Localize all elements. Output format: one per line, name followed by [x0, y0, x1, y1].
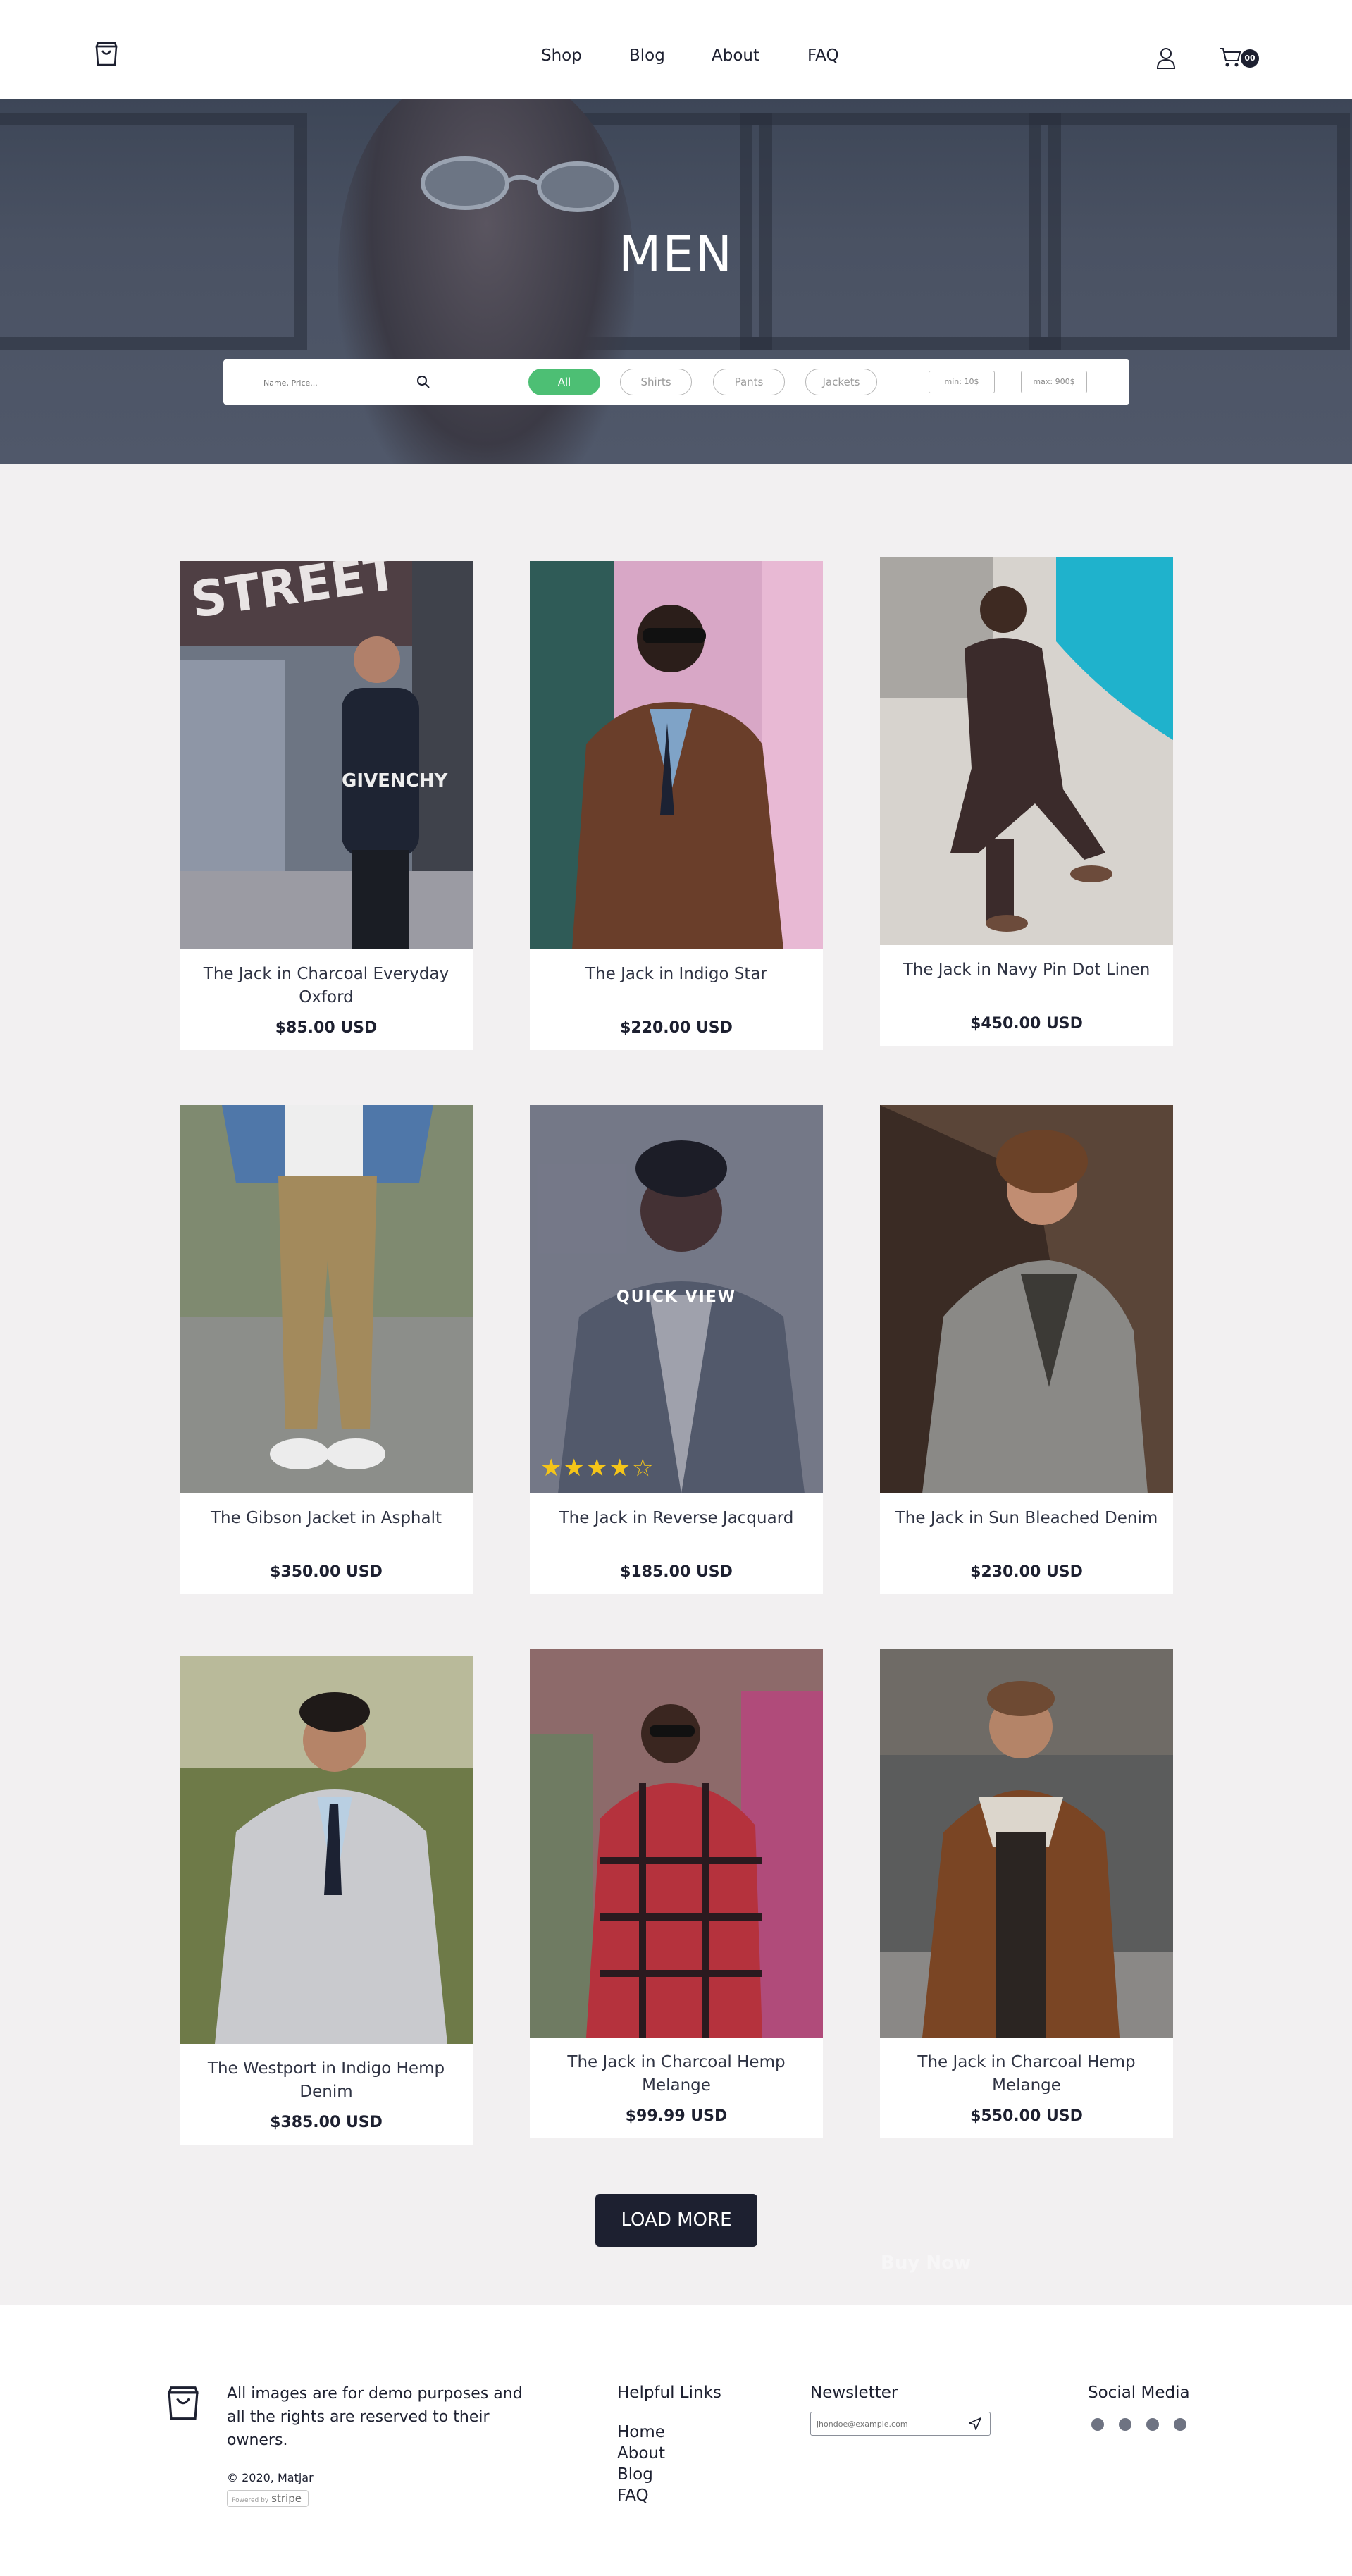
product-name[interactable]: The Jack in Indigo Star: [544, 963, 809, 986]
product-price: $550.00 USD: [970, 2107, 1083, 2125]
product-image: [530, 561, 823, 949]
copyright: © 2020, Matjar: [227, 2471, 314, 2484]
cart-count-badge: 00: [1241, 49, 1259, 68]
product-name[interactable]: The Jack in Sun Bleached Denim: [894, 1507, 1159, 1530]
star-filled-icon: ★: [540, 1454, 564, 1482]
nav-faq[interactable]: FAQ: [807, 47, 839, 65]
filter-bar: All Shirts Pants Jackets min: 10$ max: 9…: [223, 359, 1129, 405]
hero-sunglasses: [421, 156, 619, 212]
product-price: $220.00 USD: [620, 1019, 733, 1037]
powered-by-label: Powered by: [232, 2497, 269, 2504]
stripe-wordmark: stripe: [271, 2492, 302, 2505]
load-more-button[interactable]: LOAD MORE: [595, 2194, 757, 2247]
product-card[interactable]: The Jack in Indigo Star $220.00 USD: [530, 561, 823, 1050]
nav-blog[interactable]: Blog: [629, 47, 665, 65]
product-name[interactable]: The Westport in Indigo Hemp Denim: [194, 2057, 459, 2104]
footer-description: All images are for demo purposes and all…: [227, 2385, 523, 2449]
star-filled-icon: ★: [585, 1454, 609, 1482]
product-image: [530, 1649, 823, 2038]
instagram-icon[interactable]: [1091, 2418, 1104, 2431]
product-name[interactable]: The Jack in Charcoal Hemp Melange: [544, 2051, 809, 2097]
product-card[interactable]: STREET GIVENCHY The Jack in Charcoal Eve…: [180, 561, 473, 1050]
cart-icon[interactable]: [1219, 47, 1241, 68]
filter-all[interactable]: All: [528, 369, 600, 395]
buy-now-link[interactable]: Buy Now: [881, 2253, 971, 2274]
hero-banner: MEN: [0, 99, 1352, 464]
nav-about[interactable]: About: [712, 47, 759, 65]
product-name[interactable]: The Jack in Charcoal Everyday Oxford: [194, 963, 459, 1009]
helpful-links-title: Helpful Links: [617, 2384, 721, 2402]
pinterest-icon[interactable]: [1146, 2418, 1159, 2431]
product-name[interactable]: The Jack in Reverse Jacquard: [544, 1507, 809, 1530]
star-filled-icon: ★: [563, 1454, 586, 1482]
site-footer: All images are for demo purposes and all…: [0, 2305, 1352, 2576]
filter-pants[interactable]: Pants: [713, 369, 785, 395]
product-price: $230.00 USD: [970, 1563, 1083, 1581]
powered-by-stripe-badge[interactable]: Powered by stripe: [227, 2490, 309, 2507]
product-card[interactable]: QUICK VIEW ★★★★☆ The Jack in Reverse Jac…: [530, 1105, 823, 1594]
footer-link-home[interactable]: Home: [617, 2423, 665, 2441]
star-empty-icon: ☆: [631, 1454, 655, 1482]
site-header: Shop Blog About FAQ 00: [0, 0, 1352, 99]
product-name[interactable]: The Gibson Jacket in Asphalt: [194, 1507, 459, 1530]
product-price: $450.00 USD: [970, 1015, 1083, 1033]
user-icon[interactable]: [1156, 47, 1176, 69]
product-price: $85.00 USD: [275, 1019, 378, 1037]
min-price-field[interactable]: min: 10$: [929, 371, 995, 393]
svg-text:GIVENCHY: GIVENCHY: [342, 770, 448, 791]
newsletter-title: Newsletter: [810, 2384, 898, 2402]
footer-link-faq[interactable]: FAQ: [617, 2486, 649, 2505]
product-image: [880, 1649, 1173, 2038]
page-title: MEN: [619, 226, 733, 283]
quick-view-button[interactable]: QUICK VIEW: [530, 1288, 823, 1306]
filter-jackets[interactable]: Jackets: [805, 369, 877, 395]
star-filled-icon: ★: [609, 1454, 632, 1482]
facebook-icon[interactable]: [1119, 2418, 1131, 2431]
product-image: STREET GIVENCHY: [180, 561, 473, 949]
star-rating: ★★★★☆: [540, 1454, 655, 1482]
product-card[interactable]: The Jack in Charcoal Hemp Melange $550.0…: [880, 1649, 1173, 2138]
twitter-icon[interactable]: [1174, 2418, 1186, 2431]
product-card[interactable]: The Gibson Jacket in Asphalt $350.00 USD: [180, 1105, 473, 1594]
product-card[interactable]: The Westport in Indigo Hemp Denim $385.0…: [180, 1656, 473, 2145]
product-price: $385.00 USD: [270, 2114, 383, 2131]
nav-shop[interactable]: Shop: [541, 47, 582, 65]
product-card[interactable]: The Jack in Navy Pin Dot Linen $450.00 U…: [880, 557, 1173, 1046]
filter-shirts[interactable]: Shirts: [620, 369, 692, 395]
product-card[interactable]: The Jack in Charcoal Hemp Melange $99.99…: [530, 1649, 823, 2138]
product-image: [180, 1656, 473, 2044]
product-name[interactable]: The Jack in Navy Pin Dot Linen: [894, 959, 1159, 982]
search-input[interactable]: [262, 374, 406, 392]
footer-link-about[interactable]: About: [617, 2444, 665, 2463]
shopping-bag-logo-icon[interactable]: [165, 2384, 201, 2422]
product-card[interactable]: The Jack in Sun Bleached Denim $230.00 U…: [880, 1105, 1173, 1594]
social-media-title: Social Media: [1088, 2384, 1190, 2402]
product-price: $99.99 USD: [625, 2107, 728, 2125]
footer-link-blog[interactable]: Blog: [617, 2465, 653, 2484]
product-price: $350.00 USD: [270, 1563, 383, 1581]
newsletter-email-input[interactable]: [810, 2412, 991, 2436]
shopping-bag-logo-icon[interactable]: [94, 40, 119, 67]
product-image: [880, 1105, 1173, 1493]
product-price: $185.00 USD: [620, 1563, 733, 1581]
max-price-field[interactable]: max: 900$: [1021, 371, 1087, 393]
product-image: [180, 1105, 473, 1493]
product-name[interactable]: The Jack in Charcoal Hemp Melange: [894, 2051, 1159, 2097]
send-icon[interactable]: [969, 2417, 981, 2430]
product-image: [880, 557, 1173, 945]
search-icon[interactable]: [416, 375, 430, 389]
